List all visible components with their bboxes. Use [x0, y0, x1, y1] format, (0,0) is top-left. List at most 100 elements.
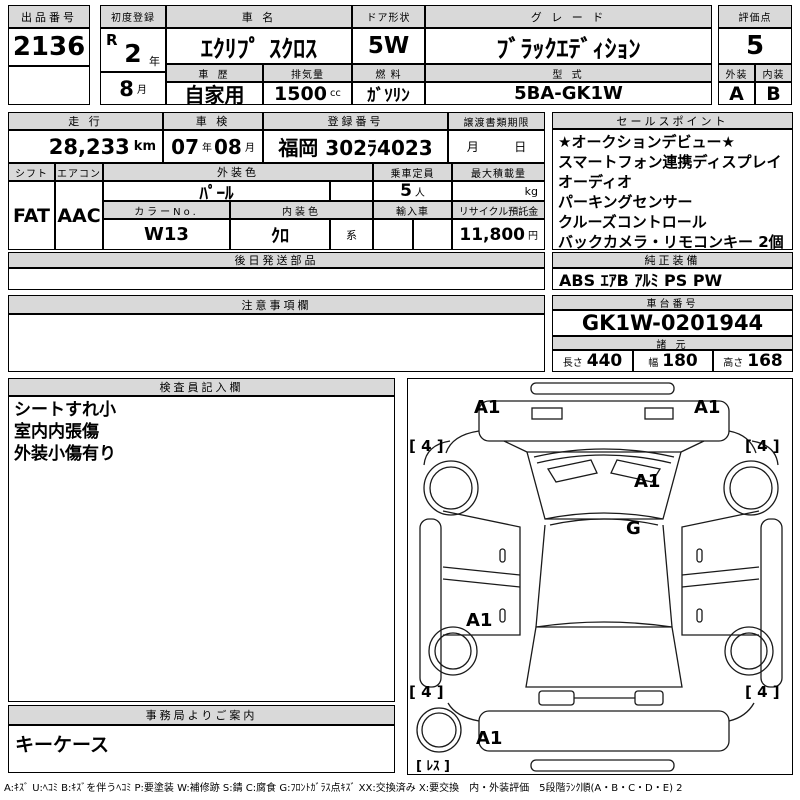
- damage-mark-rear-bumper: A1: [476, 728, 502, 749]
- inspector-notes-header: 検査員記入欄: [8, 378, 395, 396]
- month-unit: 月: [137, 81, 147, 96]
- later-parts-header: 後日発送部品: [8, 252, 545, 268]
- recycle-deposit-unit: 円: [528, 227, 538, 242]
- car-name-header: 車 名: [166, 5, 352, 28]
- year-unit: 年: [149, 53, 160, 69]
- exterior-color-value: ﾊﾟｰﾙ: [103, 181, 330, 201]
- notes-value: [8, 314, 545, 372]
- displacement-unit: cc: [330, 88, 341, 99]
- sales-points-list: ★オークションデビュー★ スマートフォン連携ディスプレイ オーディオ パーキング…: [552, 129, 793, 250]
- spec-length-label: 長さ: [563, 354, 583, 369]
- damage-mark-front-right: A1: [694, 397, 720, 418]
- spec-length-value: 440: [587, 351, 623, 371]
- interior-grade-value: B: [755, 82, 792, 105]
- transfer-deadline-value: 月 日: [448, 130, 545, 163]
- displacement-value-cell: 1500 cc: [263, 82, 352, 105]
- exterior-grade-header: 外装: [718, 64, 755, 82]
- model-code-value: 5BA-GK1W: [425, 82, 712, 105]
- color-no-value: W13: [103, 219, 230, 250]
- score-value: 5: [718, 28, 792, 64]
- registration-number-value: 福岡 302ﾗ4023: [263, 130, 448, 163]
- specs-header: 諸 元: [552, 336, 793, 350]
- chassis-number-value: GK1W-0201944: [552, 310, 793, 336]
- car-history-value: 自家用: [166, 82, 263, 105]
- damage-mark-front-left: A1: [474, 397, 500, 418]
- damage-diagram-panel: A1 A1 [ 4 ] [ 4 ] A1 G A1 [ 4 ] [ 4 ] A1…: [407, 378, 793, 775]
- inspector-note-line: 室内内張傷: [14, 421, 99, 443]
- lot-number-value: 2136: [8, 28, 90, 66]
- mileage-value-cell: 28,233 km: [8, 130, 163, 163]
- aircon-value: AAC: [55, 181, 103, 250]
- shaken-value-cell: 07 年 08 月: [163, 130, 263, 163]
- lot-number-empty-cell: [8, 66, 90, 105]
- spec-width-value: 180: [662, 351, 698, 371]
- spec-width-label: 幅: [648, 354, 658, 369]
- sales-points-header: セールスポイント: [552, 112, 793, 129]
- grade-header: グ レ ー ド: [425, 5, 712, 28]
- shift-value: FAT: [8, 181, 55, 250]
- lot-number-header: 出品番号: [8, 5, 90, 28]
- shift-header: シフト: [8, 163, 55, 181]
- capacity-value: 5: [400, 181, 412, 201]
- exterior-grade-value: A: [718, 82, 755, 105]
- sales-point-line: パーキングセンサー: [558, 192, 693, 212]
- first-registration-year-cell: R 2 年: [100, 28, 166, 72]
- interior-grade-header: 内装: [755, 64, 792, 82]
- spec-width-cell: 幅 180: [633, 350, 713, 372]
- interior-color-suffix: 系: [346, 227, 357, 243]
- mileage-value: 28,233: [49, 135, 130, 159]
- recycle-deposit-value: 11,800: [459, 225, 525, 245]
- transfer-day-unit: 日: [514, 138, 526, 155]
- spec-length-cell: 長さ 440: [552, 350, 633, 372]
- grade-value: ﾌﾞﾗｯｸｴﾃﾞｨｼｮﾝ: [425, 28, 712, 64]
- damage-mark-glass: G: [626, 518, 641, 539]
- mileage-unit: km: [134, 139, 156, 154]
- sales-point-line: ★オークションデビュー★: [558, 132, 735, 152]
- fuel-value: ｶﾞｿﾘﾝ: [352, 82, 425, 105]
- first-registration-month: 8: [119, 77, 134, 101]
- inspector-notes-list: シートすれ小 室内内張傷 外装小傷有り: [8, 396, 395, 702]
- first-registration-year: 2: [124, 39, 141, 68]
- door-shape-value: 5W: [352, 28, 425, 64]
- sales-point-line: クルーズコントロール: [558, 212, 707, 232]
- damage-mark-windshield: A1: [634, 471, 660, 492]
- first-registration-header: 初度登録: [100, 5, 166, 28]
- later-parts-value: [8, 268, 545, 290]
- capacity-value-cell: 5 人: [373, 181, 452, 201]
- model-code-header: 型 式: [425, 64, 712, 82]
- import-empty-cell-1: [373, 219, 413, 250]
- import-empty-cell-2: [413, 219, 452, 250]
- car-name-value: ｴｸﾘﾌﾟ ｽｸﾛｽ: [166, 28, 352, 64]
- shaken-year-unit: 年: [202, 139, 212, 154]
- capacity-unit: 人: [415, 184, 425, 199]
- shaken-header: 車 検: [163, 112, 263, 130]
- sales-point-line: オーディオ: [558, 172, 632, 192]
- displacement-header: 排気量: [263, 64, 352, 82]
- office-notice-value: キーケース: [8, 725, 395, 773]
- sales-point-line: スマートフォン連携ディスプレイ: [558, 152, 782, 172]
- interior-color-value: ｸﾛ: [230, 219, 330, 250]
- recycle-deposit-header: リサイクル預託金: [452, 201, 545, 219]
- tire-depth-rear-left: [ 4 ]: [409, 683, 444, 701]
- transfer-deadline-header: 譲渡書類期限: [448, 112, 545, 130]
- sales-point-line: バックカメラ・リモコンキー 2個: [558, 232, 784, 250]
- inspector-note-line: 外装小傷有り: [14, 443, 116, 465]
- first-registration-month-cell: 8 月: [100, 72, 166, 105]
- displacement-value: 1500: [274, 83, 327, 105]
- exterior-color-empty-cell: [330, 181, 373, 201]
- exterior-color-header: 外装色: [103, 163, 373, 181]
- interior-color-header: 内装色: [230, 201, 373, 219]
- oem-equipment-value: ABS ｴｱB ｱﾙﾐ PS PW: [552, 268, 793, 290]
- tire-depth-rear-right: [ 4 ]: [745, 683, 780, 701]
- recycle-deposit-value-cell: 11,800 円: [452, 219, 545, 250]
- spec-height-value: 168: [747, 351, 783, 371]
- spare-tire-mark: [ ﾚｽ ]: [416, 755, 450, 774]
- oem-equipment-header: 純正装備: [552, 252, 793, 268]
- shaken-month: 08: [214, 135, 242, 159]
- legend-text: A:ｷｽﾞ U:ﾍｺﾐ B:ｷｽﾞを伴うﾍｺﾐ P:要塗装 W:補修跡 S:錆 …: [4, 779, 796, 794]
- tire-depth-front-right: [ 4 ]: [745, 437, 780, 455]
- capacity-header: 乗車定員: [373, 163, 452, 181]
- interior-color-suffix-cell: 系: [330, 219, 373, 250]
- tire-depth-front-left: [ 4 ]: [409, 437, 444, 455]
- door-shape-header: ドア形状: [352, 5, 425, 28]
